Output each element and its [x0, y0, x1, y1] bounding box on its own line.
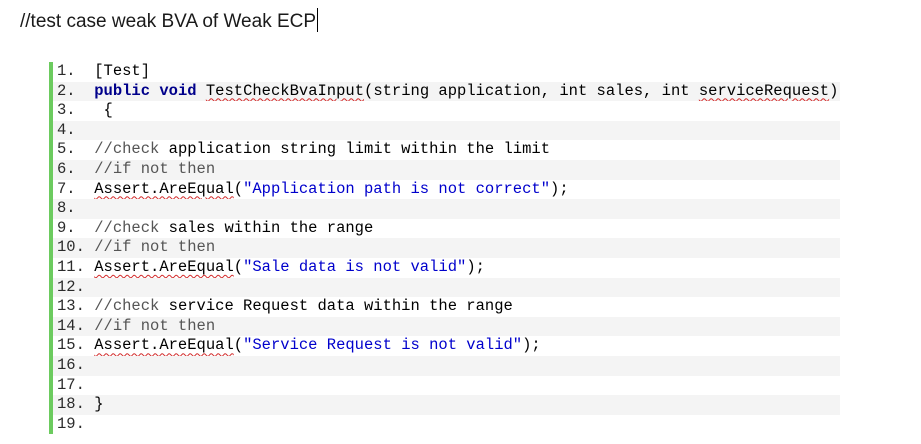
code-token: [Test] [94, 62, 151, 80]
comment-token: //check [94, 218, 160, 237]
comment-token: //check [94, 140, 160, 159]
code-line[interactable]: 9. //check sales within the range [53, 219, 840, 239]
code-line[interactable]: 13. //check service Request data within … [53, 297, 840, 317]
spellcheck-flagged-word: Assert.AreEqual [94, 179, 234, 198]
code-token: { [103, 101, 113, 120]
line-number: 11. [57, 257, 85, 276]
code-line[interactable]: 16. [53, 355, 840, 376]
code-line[interactable]: 15. Assert.AreEqual("Service Request is … [53, 336, 840, 356]
code-token: ( [233, 336, 244, 355]
comment-token: //if not then [94, 238, 216, 257]
keyword-token: void [159, 81, 197, 100]
line-number: 13. [57, 297, 85, 316]
string-literal: "Application path is not correct" [243, 179, 551, 198]
code-line[interactable]: 18. } [53, 395, 840, 415]
code-line[interactable]: 17. [53, 376, 840, 396]
code-token: sales within the range [159, 218, 374, 237]
line-number: 12. [57, 277, 85, 296]
line-number: 14. [57, 316, 85, 335]
string-literal: "Service Request is not valid" [243, 336, 523, 355]
line-number: 18. [57, 395, 85, 414]
code-line[interactable]: 8. [53, 199, 840, 219]
code-block[interactable]: 1. [Test] 2. public void TestCheckBvaInpu… [49, 62, 840, 435]
code-line[interactable]: 12. [53, 277, 840, 298]
code-token: ) [829, 81, 839, 100]
spellcheck-flagged-word: Assert.AreEqual [94, 257, 234, 276]
keyword-token: public [94, 81, 151, 100]
heading-text: //test case weak BVA of Weak ECP [20, 11, 317, 32]
code-line[interactable]: 7. Assert.AreEqual("Application path is … [53, 180, 840, 200]
code-token: service Request data within the range [159, 297, 513, 316]
spellcheck-flagged-word: serviceRequest [698, 81, 830, 100]
string-literal: "Sale data is not valid" [243, 257, 467, 276]
line-number: 15. [57, 336, 85, 355]
line-number: 3. [57, 101, 76, 120]
code-line[interactable]: 4. [53, 120, 840, 141]
code-line[interactable]: 19. [53, 415, 840, 435]
document-heading[interactable]: //test case weak BVA of Weak ECP [20, 8, 319, 36]
code-token: ); [550, 179, 569, 198]
code-token: ); [522, 336, 541, 355]
code-line[interactable]: 6. //if not then [53, 159, 840, 180]
code-line[interactable]: 3. { [53, 101, 840, 121]
code-line[interactable]: 2. public void TestCheckBvaInput(string … [53, 81, 840, 102]
line-number: 19. [57, 414, 85, 433]
spellcheck-flagged-word: TestCheckBvaInput [205, 81, 365, 100]
line-number: 17. [57, 375, 85, 394]
comment-token: //if not then [94, 159, 216, 178]
code-token: ( [233, 257, 244, 276]
line-number: 7. [57, 179, 76, 198]
code-token: application string limit within the limi… [159, 140, 551, 159]
line-number: 5. [57, 140, 76, 159]
line-number: 9. [57, 218, 76, 237]
line-number: 6. [57, 159, 76, 178]
code-line[interactable]: 14. //if not then [53, 316, 840, 337]
line-number: 10. [57, 238, 85, 257]
line-number: 8. [57, 199, 76, 218]
code-token: } [94, 395, 104, 414]
code-token: (string application, int sales, int [364, 81, 699, 100]
line-number: 16. [57, 355, 85, 374]
code-line[interactable]: 1. [Test] [53, 62, 840, 82]
line-number: 4. [57, 120, 76, 139]
line-number: 1. [57, 62, 76, 80]
code-token: ( [233, 179, 244, 198]
comment-token: //if not then [94, 316, 216, 335]
text-cursor [317, 8, 319, 32]
code-line[interactable]: 10. //if not then [53, 238, 840, 258]
line-number: 2. [57, 81, 76, 100]
code-token: ); [466, 257, 485, 276]
comment-token: //check [94, 297, 160, 316]
spellcheck-flagged-word: Assert.AreEqual [94, 336, 234, 355]
code-line[interactable]: 11. Assert.AreEqual("Sale data is not va… [53, 258, 840, 278]
code-line[interactable]: 5. //check application string limit with… [53, 140, 840, 160]
